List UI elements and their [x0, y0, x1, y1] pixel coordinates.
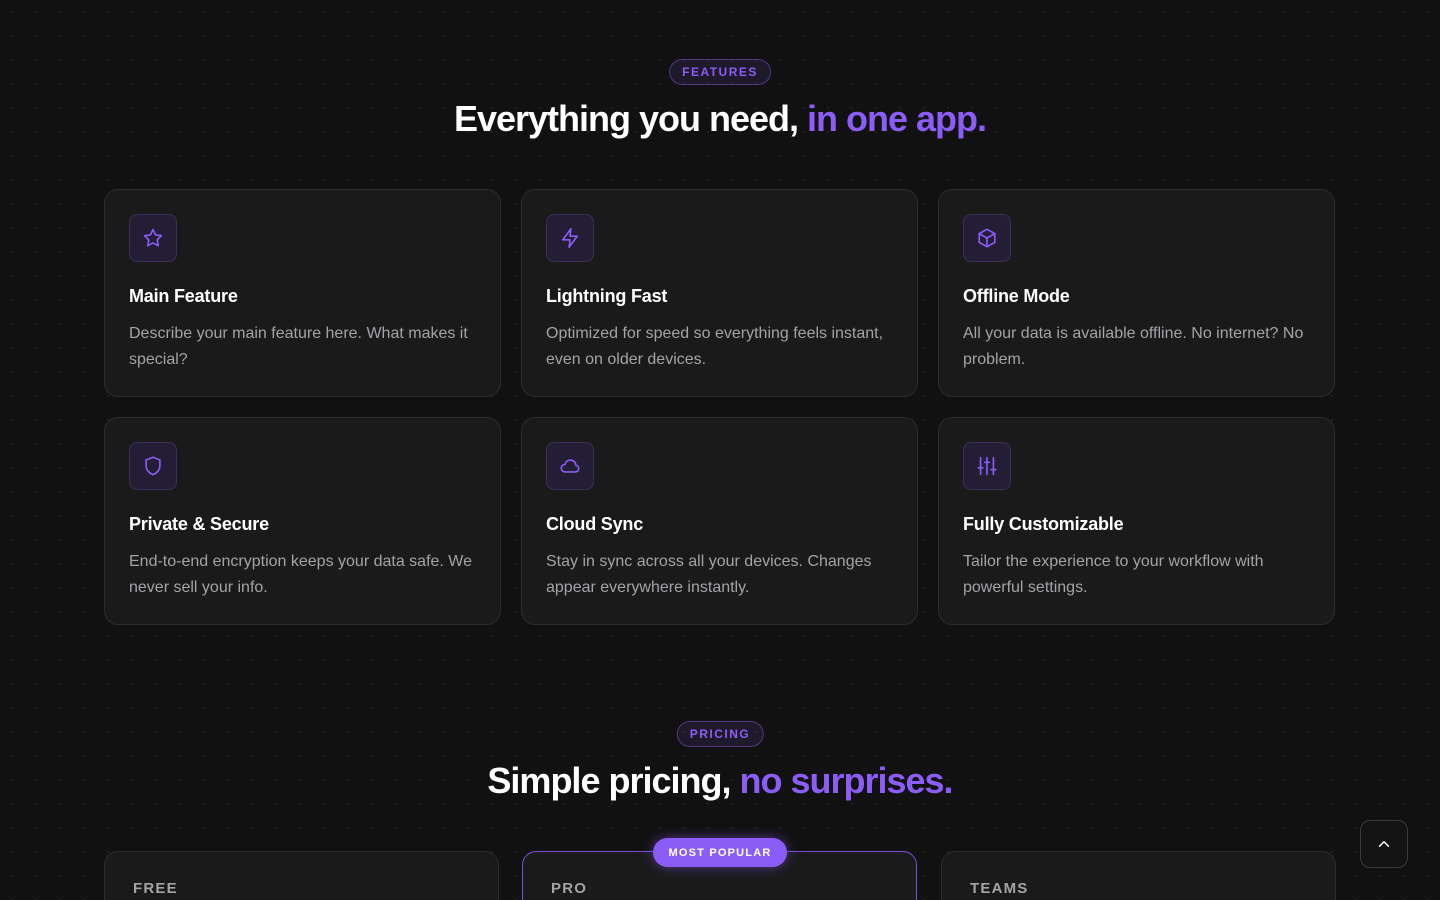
- feature-card-desc: Stay in sync across all your devices. Ch…: [546, 553, 872, 596]
- feature-card-desc: Optimized for speed so everything feels …: [546, 325, 884, 368]
- shield-icon: [129, 442, 177, 490]
- features-pill: FEATURES: [669, 59, 771, 85]
- feature-card-title: Lightning Fast: [546, 286, 668, 306]
- pricing-title: Simple pricing, no surprises.: [0, 760, 1440, 802]
- features-grid: Main Feature Describe your main feature …: [104, 189, 1336, 625]
- feature-card-title: Fully Customizable: [963, 514, 1124, 534]
- feature-card-secure: Private & Secure End-to-end encryption k…: [104, 417, 501, 625]
- features-title-main: Everything you need,: [453, 98, 799, 139]
- plan-card-free: FREE: [104, 851, 499, 900]
- feature-card-title: Offline Mode: [963, 286, 1070, 306]
- feature-card-desc: Describe your main feature here. What ma…: [129, 325, 468, 368]
- cloud-icon: [546, 442, 594, 490]
- most-popular-badge: MOST POPULAR: [653, 838, 787, 867]
- chevron-up-icon: [1378, 841, 1390, 847]
- feature-card-custom: Fully Customizable Tailor the experience…: [938, 417, 1335, 625]
- plan-name: PRO: [551, 880, 588, 897]
- feature-card-title: Cloud Sync: [546, 514, 644, 534]
- feature-card-title: Private & Secure: [129, 514, 269, 534]
- star-icon: [129, 214, 177, 262]
- sliders-icon: [963, 442, 1011, 490]
- feature-card-desc: All your data is available offline. No i…: [963, 325, 1304, 368]
- feature-card-offline: Offline Mode All your data is available …: [938, 189, 1335, 397]
- pricing-title-main: Simple pricing,: [487, 760, 731, 801]
- feature-card-desc: End-to-end encryption keeps your data sa…: [129, 553, 473, 596]
- cube-icon: [963, 214, 1011, 262]
- features-title-accent: in one app.: [807, 98, 987, 139]
- features-title: Everything you need, in one app.: [0, 98, 1440, 140]
- feature-card-title: Main Feature: [129, 286, 238, 306]
- feature-card-fast: Lightning Fast Optimized for speed so ev…: [521, 189, 918, 397]
- lightning-icon: [546, 214, 594, 262]
- feature-card-desc: Tailor the experience to your workflow w…: [963, 553, 1264, 596]
- scroll-to-top-button[interactable]: [1360, 820, 1408, 868]
- feature-card-main: Main Feature Describe your main feature …: [104, 189, 501, 397]
- feature-card-sync: Cloud Sync Stay in sync across all your …: [521, 417, 918, 625]
- pricing-pill: PRICING: [676, 721, 764, 747]
- plan-name: TEAMS: [970, 880, 1029, 897]
- pricing-title-accent: no surprises.: [739, 760, 953, 801]
- plan-card-teams: TEAMS: [941, 851, 1336, 900]
- plan-name: FREE: [133, 880, 178, 897]
